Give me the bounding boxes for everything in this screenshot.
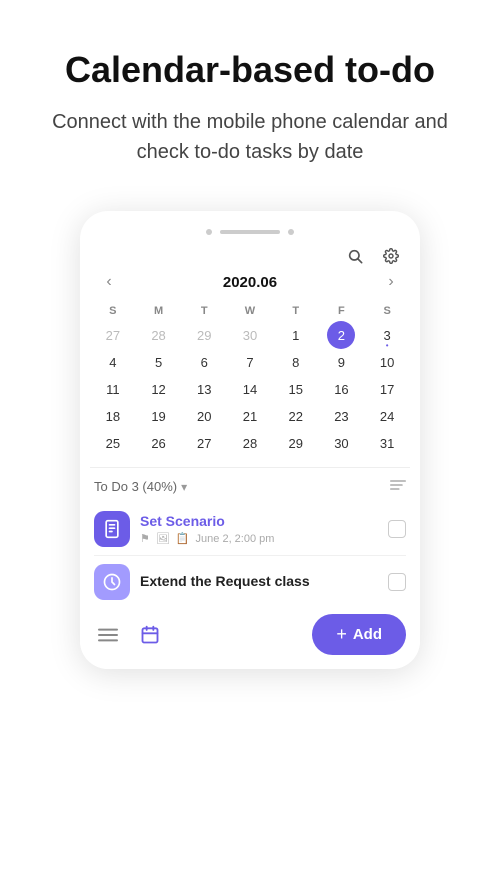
- prev-month-button[interactable]: ‹: [98, 271, 120, 293]
- calendar-day[interactable]: 11: [90, 376, 136, 403]
- calendar-day[interactable]: 12: [136, 376, 182, 403]
- calendar-week-1: 27 28 29 30 1 2 3: [90, 321, 410, 349]
- calendar-day[interactable]: 7: [227, 349, 273, 376]
- calendar-week-5: 25 26 27 28 29 30 31: [90, 430, 410, 457]
- calendar-day[interactable]: 20: [181, 403, 227, 430]
- calendar-day-today[interactable]: 2: [319, 321, 365, 349]
- calendar-day[interactable]: 21: [227, 403, 273, 430]
- calendar-week-3: 11 12 13 14 15 16 17: [90, 376, 410, 403]
- calendar-day[interactable]: 23: [319, 403, 365, 430]
- day-header-sun: S: [90, 301, 136, 321]
- calendar-day[interactable]: 28: [227, 430, 273, 457]
- mockup-dot-1: [206, 229, 212, 235]
- calendar-toolbar: [80, 245, 420, 267]
- todo-header: To Do 3 (40%) ▾: [94, 478, 406, 495]
- calendar-day[interactable]: 8: [273, 349, 319, 376]
- calendar-day[interactable]: 5: [136, 349, 182, 376]
- day-header-tue: T: [181, 301, 227, 321]
- todo-avatar-2: [94, 564, 130, 600]
- todo-label-text: To Do 3 (40%): [94, 479, 177, 494]
- calendar-day[interactable]: 24: [364, 403, 410, 430]
- calendar-day[interactable]: 15: [273, 376, 319, 403]
- mockup-dot-2: [288, 229, 294, 235]
- calendar-day[interactable]: 14: [227, 376, 273, 403]
- todo-checkbox-2[interactable]: [388, 573, 406, 591]
- todo-item-2[interactable]: Extend the Request class: [94, 556, 406, 604]
- calendar-day[interactable]: 4: [90, 349, 136, 376]
- todo-meta-1: ⚑ 🖼 📋 June 2, 2:00 pm: [140, 532, 378, 545]
- calendar-week-2: 4 5 6 7 8 9 10: [90, 349, 410, 376]
- todo-title-1: Set Scenario: [140, 513, 378, 529]
- calendar-day[interactable]: 18: [90, 403, 136, 430]
- day-header-thu: T: [273, 301, 319, 321]
- calendar-day[interactable]: 22: [273, 403, 319, 430]
- todo-content-2: Extend the Request class: [140, 573, 378, 592]
- calendar-day[interactable]: 6: [181, 349, 227, 376]
- day-header-sat: S: [364, 301, 410, 321]
- day-header-fri: F: [319, 301, 365, 321]
- todo-avatar-1: [94, 511, 130, 547]
- next-month-button[interactable]: ›: [380, 271, 402, 293]
- calendar-day[interactable]: 29: [273, 430, 319, 457]
- add-button[interactable]: + Add: [312, 614, 406, 655]
- calendar-day[interactable]: 31: [364, 430, 410, 457]
- calendar-grid: S M T W T F S 27 28 29 30 1 2 3: [80, 301, 420, 457]
- todo-checkbox-1[interactable]: [388, 520, 406, 538]
- todo-section: To Do 3 (40%) ▾: [80, 468, 420, 604]
- bottom-bar: + Add: [80, 604, 420, 669]
- calendar-day[interactable]: 28: [136, 321, 182, 349]
- calendar-day[interactable]: 19: [136, 403, 182, 430]
- meta-clipboard-icon: 📋: [176, 532, 190, 545]
- calendar-day[interactable]: 13: [181, 376, 227, 403]
- todo-content-1: Set Scenario ⚑ 🖼 📋 June 2, 2:00 pm: [140, 513, 378, 545]
- calendar-day[interactable]: 17: [364, 376, 410, 403]
- calendar-day[interactable]: 3: [364, 321, 410, 349]
- calendar-day[interactable]: 30: [227, 321, 273, 349]
- page-subtitle: Connect with the mobile phone calendar a…: [32, 107, 468, 167]
- calendar-day[interactable]: 27: [90, 321, 136, 349]
- calendar-day[interactable]: 26: [136, 430, 182, 457]
- calendar-day[interactable]: 9: [319, 349, 365, 376]
- list-view-icon[interactable]: [94, 621, 122, 649]
- todo-label[interactable]: To Do 3 (40%) ▾: [94, 479, 187, 494]
- todo-item-1[interactable]: Set Scenario ⚑ 🖼 📋 June 2, 2:00 pm: [94, 503, 406, 556]
- meta-image-icon: 🖼: [156, 532, 170, 545]
- day-header-wed: W: [227, 301, 273, 321]
- calendar-header: ‹ 2020.06 ›: [80, 271, 420, 293]
- calendar-month-year: 2020.06: [223, 274, 277, 291]
- mockup-line: [220, 230, 280, 234]
- sort-icon[interactable]: [390, 478, 406, 495]
- calendar-day[interactable]: 10: [364, 349, 410, 376]
- bottom-nav: [94, 621, 164, 649]
- phone-mockup: ‹ 2020.06 › S M T W T F S 27 28 29 30 1: [80, 211, 420, 669]
- calendar-day-headers: S M T W T F S: [90, 301, 410, 321]
- chevron-down-icon: ▾: [181, 480, 187, 494]
- page-container: Calendar-based to-do Connect with the mo…: [0, 0, 500, 669]
- add-label: Add: [353, 626, 382, 643]
- search-icon[interactable]: [344, 245, 366, 267]
- calendar-day[interactable]: 30: [319, 430, 365, 457]
- calendar-week-4: 18 19 20 21 22 23 24: [90, 403, 410, 430]
- page-title: Calendar-based to-do: [32, 48, 468, 91]
- add-plus-icon: +: [336, 624, 347, 645]
- gear-icon[interactable]: [380, 245, 402, 267]
- header-section: Calendar-based to-do Connect with the mo…: [0, 0, 500, 191]
- mockup-top-bar: [80, 229, 420, 235]
- todo-date-1: June 2, 2:00 pm: [196, 533, 275, 545]
- calendar-day[interactable]: 16: [319, 376, 365, 403]
- calendar-day[interactable]: 1: [273, 321, 319, 349]
- calendar-day[interactable]: 27: [181, 430, 227, 457]
- calendar-view-icon[interactable]: [136, 621, 164, 649]
- meta-flag-icon: ⚑: [140, 532, 150, 545]
- todo-title-2: Extend the Request class: [140, 573, 378, 589]
- calendar-day[interactable]: 25: [90, 430, 136, 457]
- day-header-mon: M: [136, 301, 182, 321]
- calendar-day[interactable]: 29: [181, 321, 227, 349]
